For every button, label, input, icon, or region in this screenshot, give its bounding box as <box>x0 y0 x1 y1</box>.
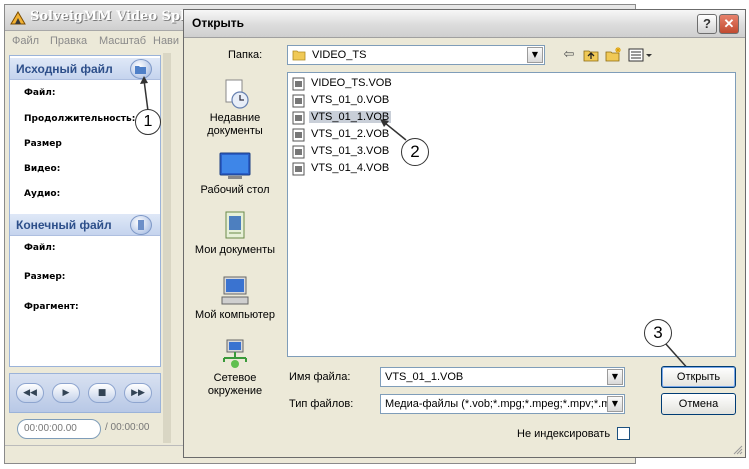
vob-file-icon <box>292 94 305 108</box>
desktop-icon <box>219 152 251 179</box>
file-list[interactable]: VIDEO_TS.VOB VTS_01_0.VOB VTS_01_1.VOB V… <box>287 72 736 357</box>
source-file-label: Файл: <box>24 88 56 98</box>
callout-1-arrow <box>140 76 149 112</box>
place-computer-label: Мой компьютер <box>194 309 276 321</box>
source-audio-label: Аудио: <box>24 189 61 199</box>
view-menu-icon[interactable] <box>627 46 653 64</box>
my-documents-icon <box>225 211 245 239</box>
dialog-titlebar: Открыть ? ✕ <box>184 10 745 38</box>
vob-file-icon <box>292 162 305 176</box>
place-recent-label: Недавние документы <box>207 112 263 137</box>
dialog-title: Открыть <box>192 16 245 30</box>
save-disk-icon <box>138 220 144 230</box>
folder-select[interactable]: VIDEO_TS ▼ <box>287 45 545 65</box>
chevron-down-icon[interactable]: ▼ <box>607 369 623 385</box>
menu-zoom[interactable]: Масштаб <box>99 35 146 47</box>
callout-2-arrow <box>380 119 407 141</box>
my-computer-icon <box>221 276 249 305</box>
network-icon <box>223 339 247 368</box>
source-video-label: Видео: <box>24 164 61 174</box>
target-file-header: Конечный файл <box>10 214 160 236</box>
menu-edit[interactable]: Правка <box>50 35 87 47</box>
folder-icon <box>292 50 306 61</box>
file-name: VTS_01_0.VOB <box>311 94 390 106</box>
place-desktop-label: Рабочий стол <box>200 184 270 196</box>
callout-1: 1 <box>135 109 161 135</box>
new-folder-icon[interactable] <box>604 46 622 64</box>
noindex-checkbox[interactable] <box>617 427 630 440</box>
resize-grip-icon[interactable] <box>731 443 743 455</box>
vob-file-icon <box>292 128 305 142</box>
callout-2: 2 <box>401 138 429 166</box>
source-size-label: Размер <box>24 139 62 149</box>
open-file-dialog: Открыть ? ✕ Папка: VIDEO_TS ▼ ⇦ Недавние <box>183 9 746 458</box>
target-file-label: Файл: <box>24 243 56 253</box>
place-recent[interactable]: Недавние документы <box>191 78 279 138</box>
vob-file-icon <box>292 77 305 91</box>
vob-file-icon <box>292 145 305 159</box>
filename-value: VTS_01_1.VOB <box>385 371 464 383</box>
app-splitter <box>163 53 171 443</box>
help-button[interactable]: ? <box>697 14 717 34</box>
target-size-label: Размер: <box>24 272 66 282</box>
recent-documents-icon <box>225 79 249 109</box>
chevron-down-icon[interactable]: ▼ <box>607 396 623 412</box>
folder-up-icon[interactable] <box>582 46 600 64</box>
current-time-field[interactable]: 00:00:00.00 <box>17 419 101 439</box>
filename-label: Имя файла: <box>289 371 351 383</box>
time-row: 00:00:00.00 / 00:00:00 <box>9 417 161 441</box>
chevron-down-icon[interactable]: ▼ <box>527 47 543 63</box>
source-duration-label: Продолжительность: <box>24 114 136 124</box>
file-name: VTS_01_3.VOB <box>311 145 390 157</box>
folder-label: Папка: <box>228 49 263 61</box>
next-frame-button[interactable]: ▶▶ <box>124 383 152 403</box>
source-file-title: Исходный файл <box>16 62 113 76</box>
vob-file-icon <box>292 111 305 125</box>
place-desktop[interactable]: Рабочий стол <box>191 150 279 197</box>
file-name: VIDEO_TS.VOB <box>311 77 392 89</box>
places-bar: Недавние документы Рабочий стол Мои доку… <box>191 70 279 397</box>
filetype-label: Тип файлов: <box>289 398 354 410</box>
filename-input[interactable]: VTS_01_1.VOB ▼ <box>380 367 625 387</box>
place-documents-label: Мои документы <box>194 244 276 256</box>
filetype-value: Медиа-файлы (*.vob;*.mpg;*.mpeg;*.mpv;*.… <box>385 398 607 410</box>
place-network[interactable]: Сетевое окружение <box>191 338 279 398</box>
play-button[interactable]: ▶ <box>52 383 80 403</box>
cancel-button[interactable]: Отмена <box>661 393 736 415</box>
save-target-button[interactable] <box>130 215 152 235</box>
back-arrow-icon[interactable]: ⇦ <box>560 46 578 64</box>
file-name: VTS_01_4.VOB <box>311 162 390 174</box>
place-network-label: Сетевое окружение <box>207 372 263 397</box>
place-computer[interactable]: Мой компьютер <box>191 275 279 322</box>
callout-3: 3 <box>644 319 672 347</box>
prev-frame-button[interactable]: ◀◀ <box>16 383 44 403</box>
open-button[interactable]: Открыть <box>661 366 736 388</box>
menu-navigation[interactable]: Нави <box>153 35 179 47</box>
close-button[interactable]: ✕ <box>719 14 739 34</box>
player-controls: ◀◀ ▶ ■ ▶▶ <box>9 373 161 413</box>
place-documents[interactable]: Мои документы <box>191 210 279 257</box>
total-time-label: / 00:00:00 <box>105 422 150 433</box>
app-logo-icon <box>10 11 26 25</box>
target-fragment-label: Фрагмент: <box>24 302 79 312</box>
folder-value: VIDEO_TS <box>312 49 367 61</box>
stop-button[interactable]: ■ <box>88 383 116 403</box>
filetype-select[interactable]: Медиа-файлы (*.vob;*.mpg;*.mpeg;*.mpv;*.… <box>380 394 625 414</box>
target-file-title: Конечный файл <box>16 218 112 232</box>
noindex-label: Не индексировать <box>517 428 611 440</box>
menu-file[interactable]: Файл <box>12 35 39 47</box>
